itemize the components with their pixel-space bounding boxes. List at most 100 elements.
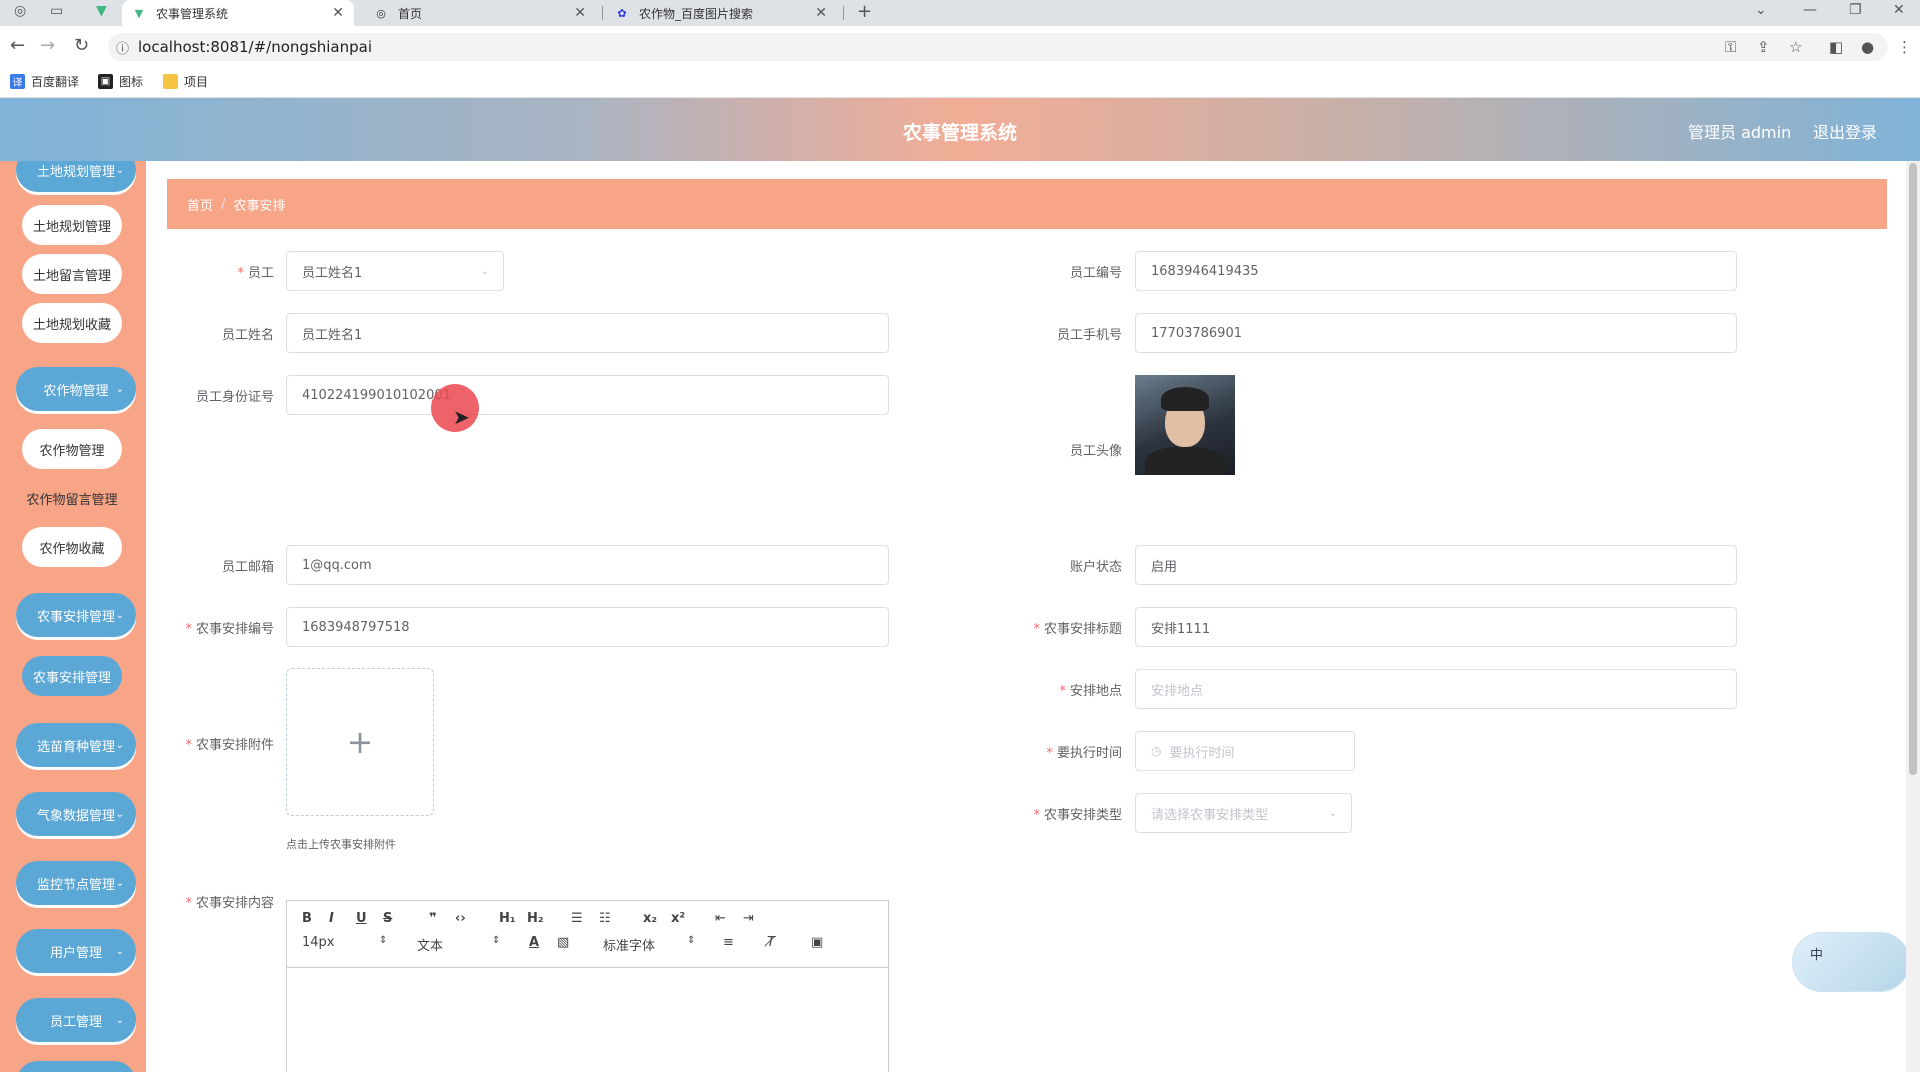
sidebar-item-crops[interactable]: 农作物管理 ⌄ [16, 367, 136, 411]
bookmarks-bar [0, 68, 1920, 98]
arrangement-no-field[interactable]: 1683948797518 [286, 607, 889, 647]
sort-icon: ⇕ [687, 935, 696, 946]
side-panel-icon[interactable]: ◧ [1829, 38, 1843, 56]
tab-home[interactable]: ◎ 首页 ✕ [364, 0, 596, 26]
reload-icon[interactable]: ↻ [74, 35, 89, 56]
chevron-down-icon: ⌄ [115, 739, 124, 751]
account-status-field[interactable]: 启用 [1135, 545, 1737, 585]
heading2-icon[interactable]: H₂ [527, 911, 544, 926]
sidebar-subitem-crop-favorites[interactable]: 农作物收藏 [22, 527, 122, 567]
font-size-select[interactable]: 14px [302, 935, 335, 950]
editor-content-area[interactable] [287, 967, 888, 1072]
more-menu-icon[interactable]: ⋮ [1897, 38, 1912, 56]
share-icon[interactable]: ⇪ [1757, 38, 1770, 56]
sidebar-item-monitoring[interactable]: 监控节点管理 ⌄ [16, 861, 136, 905]
employee-no-field[interactable]: 1683946419435 [1135, 251, 1737, 291]
back-arrow-icon[interactable]: ← [10, 35, 25, 56]
minimize-icon[interactable]: — [1803, 2, 1817, 18]
chevron-down-icon[interactable]: ⌄ [1755, 2, 1767, 18]
superscript-icon[interactable]: x² [671, 911, 685, 926]
heading1-icon[interactable]: H₁ [499, 911, 516, 926]
forward-arrow-icon[interactable]: → [40, 35, 55, 56]
location-label: * 安排地点 [1059, 684, 1122, 699]
attachment-upload[interactable]: + [286, 668, 434, 816]
arrangement-title-field[interactable]: 安排1111 [1135, 607, 1737, 647]
employee-no-label: 员工编号 [1069, 266, 1122, 281]
sidebar-item-weather[interactable]: 气象数据管理 ⌄ [16, 792, 136, 836]
breadcrumb-home[interactable]: 首页 [187, 195, 213, 214]
tab-title: 农事管理系统 [156, 6, 229, 21]
image-insert-icon[interactable]: ▣ [811, 935, 823, 950]
sidebar-item-employees[interactable]: 员工管理 ⌄ [16, 998, 136, 1042]
employee-select-value: 员工姓名1 [302, 265, 363, 281]
indent-icon[interactable]: ⇥ [743, 911, 754, 926]
new-tab-button[interactable]: + [857, 1, 872, 22]
location-field[interactable]: 安排地点 [1135, 669, 1737, 709]
bookmark-baidu-fanyi[interactable]: 译 百度翻译 [10, 73, 79, 90]
bookmark-project[interactable]: 项目 [163, 73, 208, 90]
sidebar-item-label: 气象数据管理 [36, 808, 115, 824]
logout-link[interactable]: 退出登录 [1813, 119, 1877, 143]
tab-nongshi-system[interactable]: ▼ 农事管理系统 ✕ [122, 0, 354, 26]
employee-name-field[interactable]: 员工姓名1 [286, 313, 889, 353]
font-family-select[interactable]: 标准字体 [603, 935, 655, 954]
underline-icon[interactable]: U [356, 911, 367, 926]
close-icon[interactable]: ✕ [574, 5, 586, 21]
bullet-list-icon[interactable]: ☷ [599, 911, 611, 926]
employee-select[interactable]: 员工姓名1 ⌄ [286, 251, 504, 291]
tab-baidu-images[interactable]: ✿ 农作物_百度图片搜索 ✕ [605, 0, 837, 26]
profile-icon[interactable]: ● [1861, 38, 1874, 56]
window-close-icon[interactable]: ✕ [1893, 2, 1905, 18]
strikethrough-icon[interactable]: S [383, 911, 392, 926]
sidebar-item-more[interactable] [16, 1061, 136, 1072]
close-icon[interactable]: ✕ [332, 5, 344, 21]
employee-id-field[interactable]: 410224199010102001 [286, 375, 889, 415]
page-scrollbar-thumb[interactable] [1909, 163, 1917, 775]
sidebar-item-seedlings[interactable]: 选苗育种管理 ⌄ [16, 723, 136, 767]
restore-icon[interactable]: ❐ [1849, 2, 1862, 18]
block-format-select[interactable]: 文本 [417, 935, 443, 954]
sidebar-subitem-land-planning[interactable]: 土地规划管理 [22, 205, 122, 245]
tab-title: 首页 [398, 6, 423, 21]
arrangement-title-label: * 农事安排标题 [1033, 622, 1122, 637]
sidebar-item-users[interactable]: 用户管理 ⌄ [16, 929, 136, 973]
sidebar-item-land-planning[interactable]: 土地规划管理 ⌄ [16, 161, 136, 192]
font-color-icon[interactable]: A [529, 935, 539, 950]
employee-phone-label: 员工手机号 [1056, 328, 1122, 343]
exec-time-picker[interactable]: ◷ 要执行时间 [1135, 731, 1355, 771]
sidebar-subitem-crop-comments[interactable]: 农作物留言管理 [16, 478, 128, 518]
close-icon[interactable]: ✕ [815, 5, 827, 21]
outdent-icon[interactable]: ⇤ [715, 911, 726, 926]
sidebar-item-arrangements[interactable]: 农事安排管理 ⌄ [16, 593, 136, 637]
info-icon[interactable]: ⓘ [116, 38, 129, 57]
sidebar-subitem-land-favorites[interactable]: 土地规划收藏 [22, 303, 122, 343]
employee-email-field[interactable]: 1@qq.com [286, 545, 889, 585]
italic-icon[interactable]: I [329, 911, 334, 926]
sidebar-subitem-arrangements[interactable]: 农事安排管理 [22, 656, 122, 696]
subscript-icon[interactable]: x₂ [643, 911, 657, 926]
bookmark-icons[interactable]: ▣ 图标 [98, 73, 143, 90]
sidebar-subitem-land-comments[interactable]: 土地留言管理 [22, 254, 122, 294]
url-field[interactable] [108, 33, 1888, 61]
align-icon[interactable]: ≡ [723, 935, 734, 950]
code-icon[interactable]: ‹› [455, 911, 466, 926]
content-label: * 农事安排内容 [185, 896, 274, 911]
clear-format-icon[interactable]: T̸ [767, 935, 775, 950]
employee-label: * 员工 [237, 266, 274, 281]
star-icon[interactable]: ☆ [1789, 38, 1802, 56]
type-select[interactable]: 请选择农事安排类型 ⌄ [1135, 793, 1352, 833]
type-placeholder: 请选择农事安排类型 [1151, 807, 1269, 823]
employee-phone-field[interactable]: 17703786901 [1135, 313, 1737, 353]
page-icon: ▭ [50, 3, 64, 19]
background-color-icon[interactable]: ▧ [557, 935, 569, 950]
globe-icon: ◎ [14, 3, 27, 19]
chevron-down-icon: ⌄ [115, 877, 124, 889]
chevron-down-icon: ⌄ [115, 808, 124, 820]
blockquote-icon[interactable]: ❞ [429, 911, 437, 926]
bold-icon[interactable]: B [302, 911, 312, 926]
employee-avatar-image [1135, 375, 1235, 475]
ordered-list-icon[interactable]: ☰ [571, 911, 583, 926]
key-icon[interactable]: ⚿ [1725, 38, 1736, 56]
vue-logo-icon: ▼ [96, 3, 107, 19]
sidebar-subitem-crops[interactable]: 农作物管理 [22, 429, 122, 469]
